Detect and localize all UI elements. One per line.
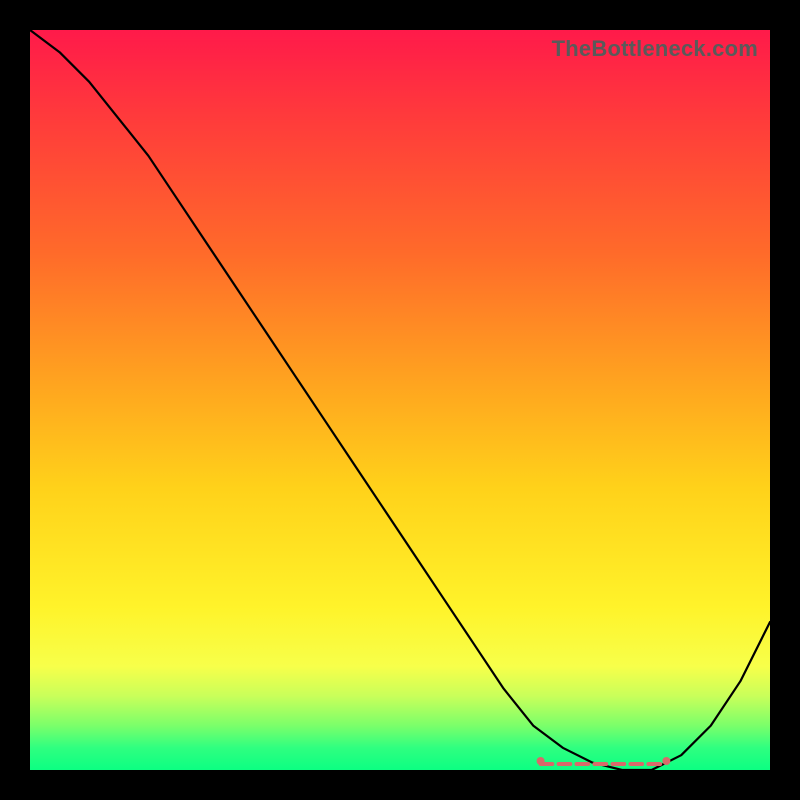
bottleneck-curve [30, 30, 770, 770]
chart-svg [30, 30, 770, 770]
optimal-range-highlight [537, 757, 671, 765]
optimal-range-endpoint [662, 757, 670, 765]
chart-container: TheBottleneck.com [0, 0, 800, 800]
plot-area: TheBottleneck.com [30, 30, 770, 770]
optimal-range-endpoint [537, 757, 545, 765]
